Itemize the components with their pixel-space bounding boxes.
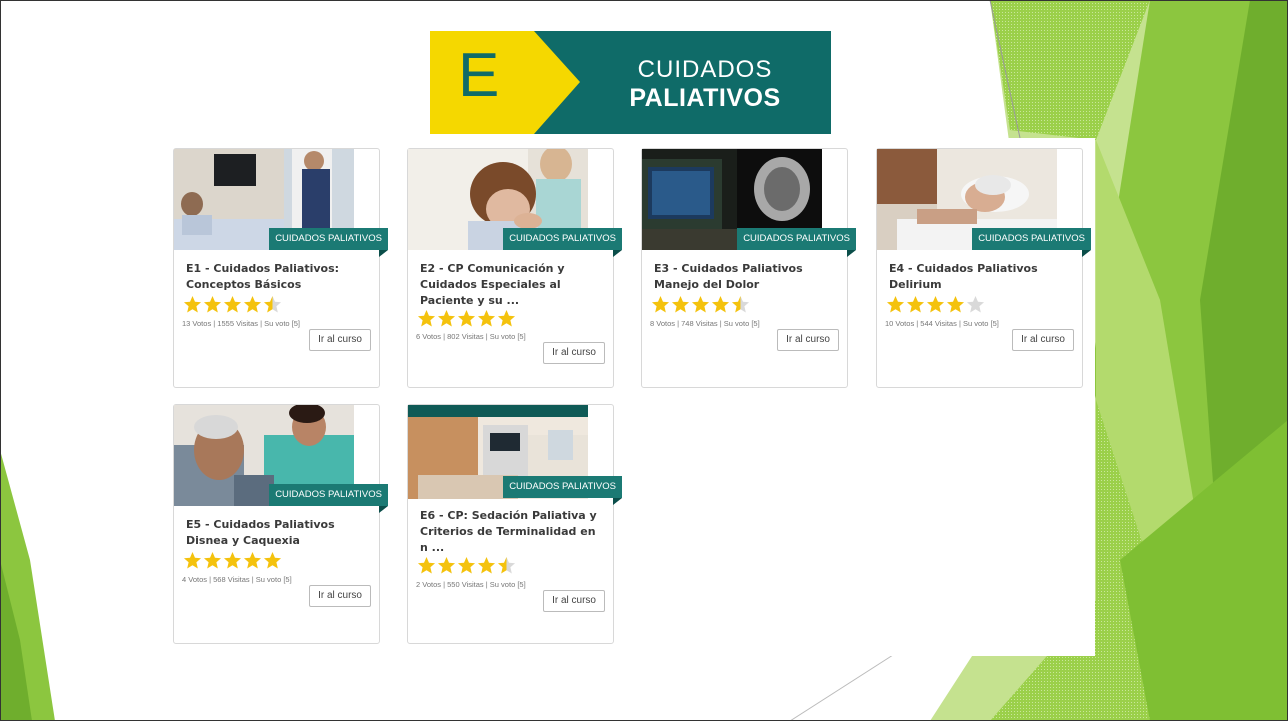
- course-banner: E CUIDADOS PALIATIVOS: [430, 31, 831, 134]
- star-full-icon[interactable]: [223, 551, 242, 570]
- star-full-icon[interactable]: [457, 309, 476, 328]
- go-to-course-button[interactable]: Ir al curso: [777, 329, 839, 351]
- star-full-icon[interactable]: [457, 556, 476, 575]
- star-empty-icon[interactable]: [966, 295, 985, 314]
- course-stats: 8 Votos | 748 Visitas | Su voto [5]: [650, 319, 760, 328]
- ribbon-fold: [613, 250, 622, 257]
- star-full-icon[interactable]: [223, 295, 242, 314]
- star-rating[interactable]: [417, 556, 516, 575]
- star-full-icon[interactable]: [243, 295, 262, 314]
- banner-arrow-shape: [430, 31, 580, 134]
- ribbon-fold: [847, 250, 856, 257]
- course-card: CUIDADOS PALIATIVOS E3 - Cuidados Paliat…: [641, 148, 856, 388]
- course-card: CUIDADOS PALIATIVOS E6 - CP: Sedación Pa…: [407, 404, 622, 644]
- star-half-icon[interactable]: [263, 295, 282, 314]
- go-to-course-button[interactable]: Ir al curso: [309, 585, 371, 607]
- star-full-icon[interactable]: [671, 295, 690, 314]
- course-title[interactable]: E5 - Cuidados Paliativos Disnea y Caquex…: [186, 517, 371, 549]
- star-full-icon[interactable]: [497, 309, 516, 328]
- banner-letter: E: [458, 41, 500, 110]
- category-ribbon: CUIDADOS PALIATIVOS: [503, 476, 622, 498]
- course-title[interactable]: E2 - CP Comunicación y Cuidados Especial…: [420, 261, 605, 309]
- course-catalog: CUIDADOS PALIATIVOS E1 - Cuidados Paliat…: [160, 138, 1095, 656]
- star-half-icon[interactable]: [731, 295, 750, 314]
- banner-title-line1: CUIDADOS: [637, 56, 773, 83]
- ribbon-fold: [379, 250, 388, 257]
- course-card: CUIDADOS PALIATIVOS E5 - Cuidados Paliat…: [173, 404, 388, 644]
- star-full-icon[interactable]: [477, 309, 496, 328]
- ribbon-fold: [1082, 250, 1091, 257]
- star-rating[interactable]: [651, 295, 750, 314]
- star-full-icon[interactable]: [651, 295, 670, 314]
- go-to-course-button[interactable]: Ir al curso: [543, 342, 605, 364]
- course-stats: 2 Votos | 550 Visitas | Su voto [5]: [416, 580, 526, 589]
- category-ribbon: CUIDADOS PALIATIVOS: [737, 228, 856, 250]
- star-full-icon[interactable]: [243, 551, 262, 570]
- star-full-icon[interactable]: [691, 295, 710, 314]
- banner-title-line2: PALIATIVOS: [629, 84, 781, 112]
- star-rating[interactable]: [886, 295, 985, 314]
- star-full-icon[interactable]: [711, 295, 730, 314]
- star-full-icon[interactable]: [183, 551, 202, 570]
- star-rating[interactable]: [183, 551, 282, 570]
- category-ribbon: CUIDADOS PALIATIVOS: [972, 228, 1091, 250]
- course-card: CUIDADOS PALIATIVOS E2 - CP Comunicación…: [407, 148, 622, 388]
- go-to-course-button[interactable]: Ir al curso: [309, 329, 371, 351]
- go-to-course-button[interactable]: Ir al curso: [543, 590, 605, 612]
- category-ribbon: CUIDADOS PALIATIVOS: [269, 484, 388, 506]
- star-full-icon[interactable]: [263, 551, 282, 570]
- star-rating[interactable]: [183, 295, 282, 314]
- star-full-icon[interactable]: [906, 295, 925, 314]
- star-full-icon[interactable]: [203, 551, 222, 570]
- go-to-course-button[interactable]: Ir al curso: [1012, 329, 1074, 351]
- star-full-icon[interactable]: [417, 309, 436, 328]
- ribbon-fold: [613, 498, 622, 505]
- course-title[interactable]: E1 - Cuidados Paliativos: Conceptos Bási…: [186, 261, 371, 293]
- course-card: CUIDADOS PALIATIVOS E4 - Cuidados Paliat…: [876, 148, 1091, 388]
- star-full-icon[interactable]: [886, 295, 905, 314]
- course-stats: 6 Votos | 802 Visitas | Su voto [5]: [416, 332, 526, 341]
- course-stats: 4 Votos | 568 Visitas | Su voto [5]: [182, 575, 292, 584]
- star-full-icon[interactable]: [417, 556, 436, 575]
- category-ribbon: CUIDADOS PALIATIVOS: [503, 228, 622, 250]
- slide: E CUIDADOS PALIATIVOS CUIDADOS PALIATIVO…: [0, 0, 1288, 721]
- star-full-icon[interactable]: [946, 295, 965, 314]
- star-half-icon[interactable]: [497, 556, 516, 575]
- course-stats: 13 Votos | 1555 Visitas | Su voto [5]: [182, 319, 301, 328]
- ribbon-fold: [379, 506, 388, 513]
- course-title[interactable]: E4 - Cuidados Paliativos Delirium: [889, 261, 1074, 293]
- star-full-icon[interactable]: [203, 295, 222, 314]
- category-ribbon: CUIDADOS PALIATIVOS: [269, 228, 388, 250]
- star-full-icon[interactable]: [926, 295, 945, 314]
- star-full-icon[interactable]: [183, 295, 202, 314]
- course-title[interactable]: E6 - CP: Sedación Paliativa y Criterios …: [420, 508, 605, 556]
- course-card: CUIDADOS PALIATIVOS E1 - Cuidados Paliat…: [173, 148, 388, 388]
- course-stats: 10 Votos | 544 Visitas | Su voto [5]: [885, 319, 999, 328]
- star-full-icon[interactable]: [437, 556, 456, 575]
- star-full-icon[interactable]: [477, 556, 496, 575]
- star-rating[interactable]: [417, 309, 516, 328]
- star-full-icon[interactable]: [437, 309, 456, 328]
- course-title[interactable]: E3 - Cuidados Paliativos Manejo del Dolo…: [654, 261, 839, 293]
